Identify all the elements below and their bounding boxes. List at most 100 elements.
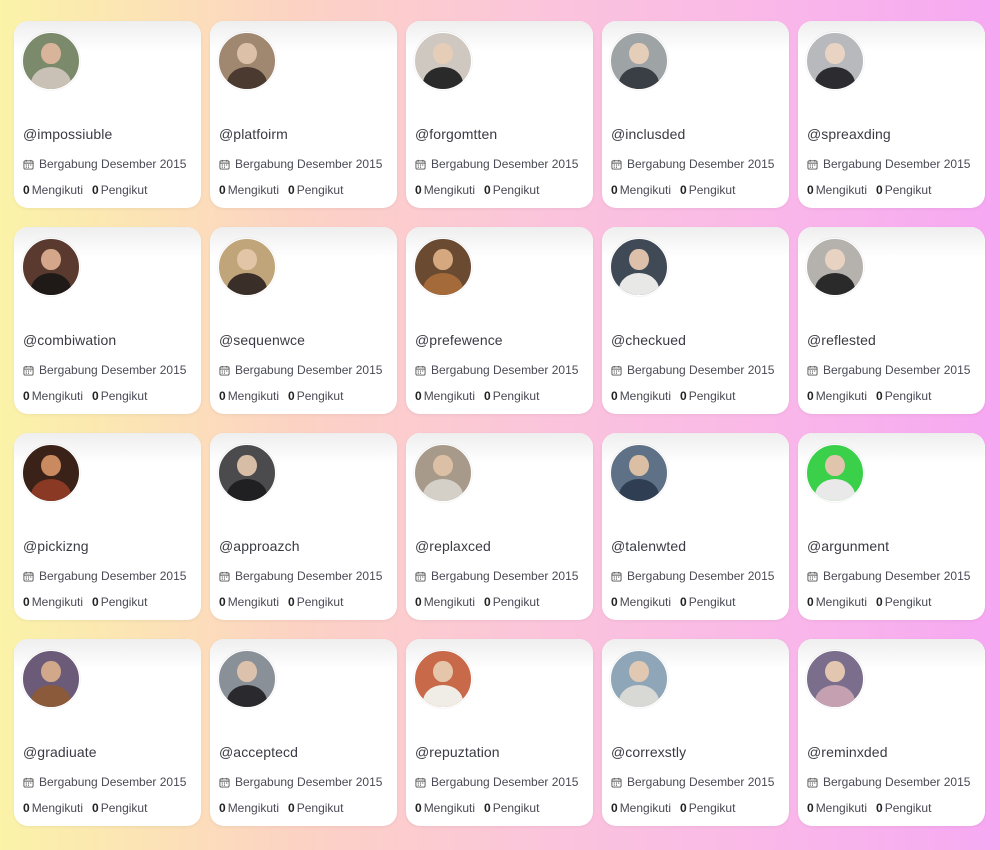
avatar[interactable]: [414, 238, 472, 296]
following-stat[interactable]: 0 Mengikuti: [415, 183, 475, 197]
followers-stat[interactable]: 0 Pengikut: [484, 183, 539, 197]
username-handle[interactable]: @combiwation: [23, 332, 116, 348]
avatar[interactable]: [610, 650, 668, 708]
username-handle[interactable]: @approazch: [219, 538, 300, 554]
following-stat[interactable]: 0 Mengikuti: [611, 595, 671, 609]
avatar[interactable]: [806, 32, 864, 90]
followers-stat[interactable]: 0 Pengikut: [484, 595, 539, 609]
avatar[interactable]: [218, 650, 276, 708]
followers-stat[interactable]: 0 Pengikut: [680, 801, 735, 815]
following-stat[interactable]: 0 Mengikuti: [807, 801, 867, 815]
username-handle[interactable]: @talenwted: [611, 538, 686, 554]
profile-card[interactable]: @gradiuate Bergabung Desember 2015 0 Meng…: [14, 639, 201, 826]
profile-card[interactable]: @reflested Bergabung Desember 2015 0 Meng…: [798, 227, 985, 414]
username-handle[interactable]: @acceptecd: [219, 744, 298, 760]
following-stat[interactable]: 0 Mengikuti: [219, 183, 279, 197]
followers-stat[interactable]: 0 Pengikut: [876, 801, 931, 815]
profile-card[interactable]: @sequenwce Bergabung Desember 2015 0 Meng…: [210, 227, 397, 414]
profile-card[interactable]: @forgomtten Bergabung Desember 2015 0 Men…: [406, 21, 593, 208]
following-stat[interactable]: 0 Mengikuti: [219, 389, 279, 403]
avatar[interactable]: [806, 444, 864, 502]
profile-card[interactable]: @checkued Bergabung Desember 2015 0 Mengi…: [602, 227, 789, 414]
following-stat[interactable]: 0 Mengikuti: [807, 595, 867, 609]
following-stat[interactable]: 0 Mengikuti: [807, 183, 867, 197]
followers-stat[interactable]: 0 Pengikut: [876, 389, 931, 403]
username-handle[interactable]: @prefewence: [415, 332, 503, 348]
following-stat[interactable]: 0 Mengikuti: [23, 389, 83, 403]
followers-stat[interactable]: 0 Pengikut: [876, 595, 931, 609]
profile-card[interactable]: @talenwted Bergabung Desember 2015 0 Meng…: [602, 433, 789, 620]
username-handle[interactable]: @reminxded: [807, 744, 888, 760]
followers-stat[interactable]: 0 Pengikut: [92, 595, 147, 609]
username-handle[interactable]: @replaxced: [415, 538, 491, 554]
avatar[interactable]: [22, 32, 80, 90]
profile-card[interactable]: @argunment Bergabung Desember 2015 0 Meng…: [798, 433, 985, 620]
profile-card[interactable]: @spreaxding Bergabung Desember 2015 0 Men…: [798, 21, 985, 208]
followers-stat[interactable]: 0 Pengikut: [92, 389, 147, 403]
avatar[interactable]: [22, 444, 80, 502]
avatar[interactable]: [414, 32, 472, 90]
following-stat[interactable]: 0 Mengikuti: [611, 801, 671, 815]
profile-card[interactable]: @inclusded Bergabung Desember 2015 0 Meng…: [602, 21, 789, 208]
avatar[interactable]: [218, 32, 276, 90]
avatar[interactable]: [610, 238, 668, 296]
username-handle[interactable]: @argunment: [807, 538, 889, 554]
profile-card[interactable]: @platfoirm Bergabung Desember 2015 0 Meng…: [210, 21, 397, 208]
username-handle[interactable]: @pickizng: [23, 538, 89, 554]
following-stat[interactable]: 0 Mengikuti: [219, 595, 279, 609]
avatar[interactable]: [22, 650, 80, 708]
profile-card[interactable]: @combiwation Bergabung Desember 2015 0 Me…: [14, 227, 201, 414]
username-handle[interactable]: @forgomtten: [415, 126, 497, 142]
avatar[interactable]: [610, 444, 668, 502]
profile-card[interactable]: @correxstly Bergabung Desember 2015 0 Men…: [602, 639, 789, 826]
followers-stat[interactable]: 0 Pengikut: [876, 183, 931, 197]
following-stat[interactable]: 0 Mengikuti: [219, 801, 279, 815]
avatar[interactable]: [22, 238, 80, 296]
followers-stat[interactable]: 0 Pengikut: [484, 801, 539, 815]
followers-stat[interactable]: 0 Pengikut: [680, 389, 735, 403]
followers-stat[interactable]: 0 Pengikut: [288, 595, 343, 609]
avatar[interactable]: [806, 238, 864, 296]
following-stat[interactable]: 0 Mengikuti: [415, 389, 475, 403]
following-stat[interactable]: 0 Mengikuti: [611, 389, 671, 403]
username-handle[interactable]: @correxstly: [611, 744, 686, 760]
followers-stat[interactable]: 0 Pengikut: [92, 801, 147, 815]
following-stat[interactable]: 0 Mengikuti: [415, 595, 475, 609]
profile-card[interactable]: @pickizng Bergabung Desember 2015 0 Mengi…: [14, 433, 201, 620]
following-stat[interactable]: 0 Mengikuti: [23, 595, 83, 609]
profile-card[interactable]: @approazch Bergabung Desember 2015 0 Meng…: [210, 433, 397, 620]
avatar[interactable]: [218, 238, 276, 296]
profile-card[interactable]: @repuztation Bergabung Desember 2015 0 Me…: [406, 639, 593, 826]
following-stat[interactable]: 0 Mengikuti: [807, 389, 867, 403]
profile-card[interactable]: @prefewence Bergabung Desember 2015 0 Men…: [406, 227, 593, 414]
following-stat[interactable]: 0 Mengikuti: [415, 801, 475, 815]
followers-stat[interactable]: 0 Pengikut: [484, 389, 539, 403]
username-handle[interactable]: @repuztation: [415, 744, 500, 760]
avatar[interactable]: [610, 32, 668, 90]
avatar[interactable]: [218, 444, 276, 502]
followers-stat[interactable]: 0 Pengikut: [288, 801, 343, 815]
username-handle[interactable]: @spreaxding: [807, 126, 891, 142]
profile-card[interactable]: @replaxced Bergabung Desember 2015 0 Meng…: [406, 433, 593, 620]
avatar[interactable]: [414, 444, 472, 502]
avatar[interactable]: [806, 650, 864, 708]
followers-stat[interactable]: 0 Pengikut: [288, 389, 343, 403]
username-handle[interactable]: @impossiuble: [23, 126, 112, 142]
profile-card[interactable]: @acceptecd Bergabung Desember 2015 0 Meng…: [210, 639, 397, 826]
username-handle[interactable]: @reflested: [807, 332, 876, 348]
avatar[interactable]: [414, 650, 472, 708]
username-handle[interactable]: @sequenwce: [219, 332, 305, 348]
following-stat[interactable]: 0 Mengikuti: [23, 801, 83, 815]
followers-stat[interactable]: 0 Pengikut: [680, 595, 735, 609]
profile-card[interactable]: @impossiuble Bergabung Desember 2015 0 Me…: [14, 21, 201, 208]
following-stat[interactable]: 0 Mengikuti: [23, 183, 83, 197]
username-handle[interactable]: @gradiuate: [23, 744, 97, 760]
profile-card[interactable]: @reminxded Bergabung Desember 2015 0 Meng…: [798, 639, 985, 826]
username-handle[interactable]: @checkued: [611, 332, 686, 348]
following-stat[interactable]: 0 Mengikuti: [611, 183, 671, 197]
username-handle[interactable]: @platfoirm: [219, 126, 288, 142]
followers-stat[interactable]: 0 Pengikut: [92, 183, 147, 197]
username-handle[interactable]: @inclusded: [611, 126, 685, 142]
followers-stat[interactable]: 0 Pengikut: [680, 183, 735, 197]
followers-stat[interactable]: 0 Pengikut: [288, 183, 343, 197]
